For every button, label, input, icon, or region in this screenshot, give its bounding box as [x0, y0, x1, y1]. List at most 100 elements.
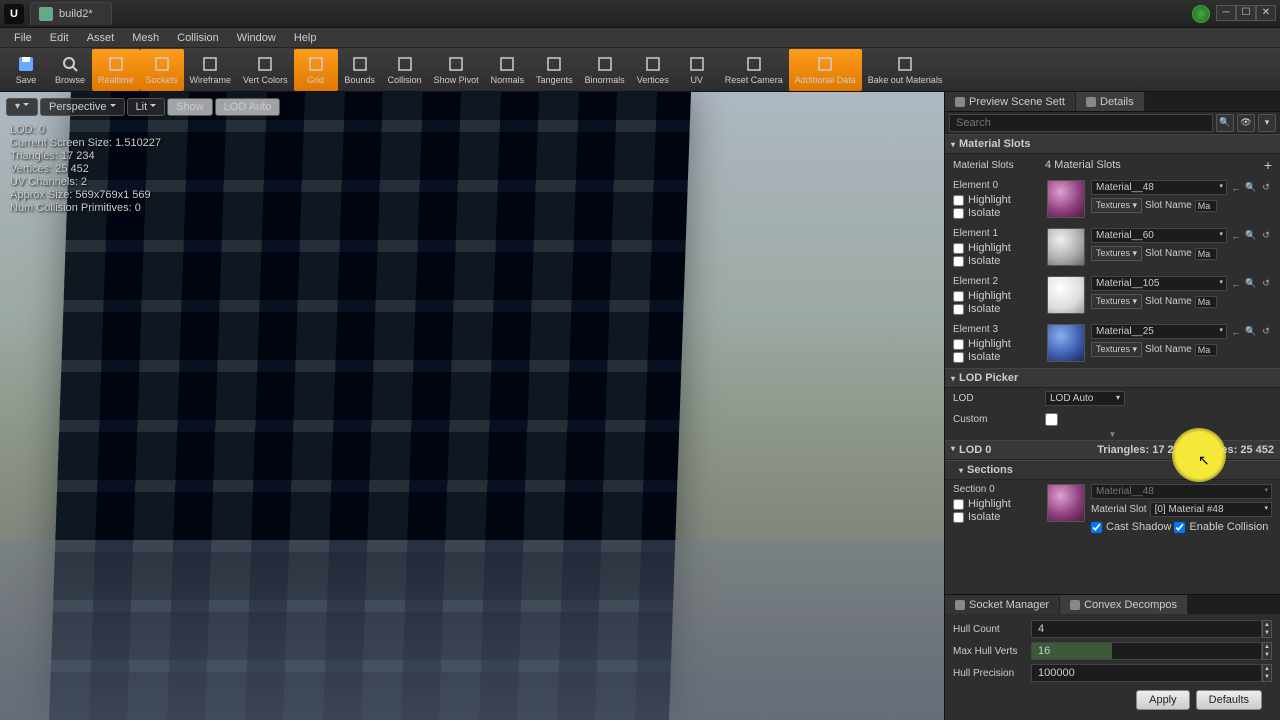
tool-save[interactable]: Save [4, 49, 48, 91]
textures-button[interactable]: Textures ▾ [1091, 246, 1142, 261]
perspective-button[interactable]: Perspective [40, 98, 124, 116]
add-material-slot-button[interactable]: + [1264, 157, 1272, 173]
highlight-checkbox[interactable] [953, 339, 964, 350]
tool-normals[interactable]: Normals [485, 49, 531, 91]
tool-uv[interactable]: UV [675, 49, 719, 91]
close-button[interactable]: ✕ [1256, 5, 1276, 21]
menu-file[interactable]: File [6, 30, 40, 46]
isolate-checkbox[interactable] [953, 256, 964, 267]
browse-to-icon[interactable]: 🔍 [1245, 326, 1257, 338]
tool-bounds[interactable]: Bounds [338, 49, 382, 91]
textures-button[interactable]: Textures ▾ [1091, 294, 1142, 309]
tool-grid[interactable]: Grid [294, 49, 338, 91]
textures-button[interactable]: Textures ▾ [1091, 198, 1142, 213]
isolate-checkbox[interactable] [953, 208, 964, 219]
section0-highlight[interactable] [953, 499, 964, 510]
slot-name-input[interactable] [1195, 296, 1217, 308]
cast-shadow-checkbox[interactable] [1091, 522, 1102, 533]
tool-additional-data[interactable]: Additional Data [789, 49, 862, 91]
reset-icon[interactable]: ↺ [1260, 278, 1272, 290]
maximize-button[interactable]: ☐ [1236, 5, 1256, 21]
material-dropdown[interactable]: Material__48 [1091, 180, 1227, 195]
browse-to-icon[interactable]: 🔍 [1245, 230, 1257, 242]
tool-wireframe[interactable]: Wireframe [184, 49, 238, 91]
use-selected-icon[interactable]: ← [1230, 182, 1242, 194]
slot-name-input[interactable] [1195, 344, 1217, 356]
lod-auto-button[interactable]: LOD Auto [215, 98, 281, 116]
menu-window[interactable]: Window [229, 30, 284, 46]
reset-icon[interactable]: ↺ [1260, 182, 1272, 194]
enable-collision-checkbox[interactable] [1174, 522, 1185, 533]
isolate-checkbox[interactable] [953, 304, 964, 315]
material-thumbnail[interactable] [1047, 180, 1085, 218]
category-lod0[interactable]: LOD 0 Triangles: 17 234 Vertices: 25 452 [945, 440, 1280, 460]
tool-collision[interactable]: Collision [382, 49, 428, 91]
category-material-slots[interactable]: Material Slots [945, 134, 1280, 154]
menu-collision[interactable]: Collision [169, 30, 227, 46]
search-icon[interactable]: 🔍 [1216, 114, 1234, 132]
menu-asset[interactable]: Asset [79, 30, 123, 46]
highlight-checkbox[interactable] [953, 291, 964, 302]
material-thumbnail[interactable] [1047, 228, 1085, 266]
section0-thumbnail[interactable] [1047, 484, 1085, 522]
reset-icon[interactable]: ↺ [1260, 326, 1272, 338]
category-lod-picker[interactable]: LOD Picker [945, 368, 1280, 388]
tool-binormals[interactable]: Binormals [579, 49, 631, 91]
tool-vertices[interactable]: Vertices [631, 49, 675, 91]
slot-name-input[interactable] [1195, 248, 1217, 260]
use-selected-icon[interactable]: ← [1230, 230, 1242, 242]
use-selected-icon[interactable]: ← [1230, 326, 1242, 338]
tool-sockets[interactable]: Sockets [140, 49, 184, 91]
details-search-input[interactable] [949, 114, 1213, 132]
material-thumbnail[interactable] [1047, 324, 1085, 362]
isolate-checkbox[interactable] [953, 352, 964, 363]
menu-edit[interactable]: Edit [42, 30, 77, 46]
material-dropdown[interactable]: Material__25 [1091, 324, 1227, 339]
defaults-button[interactable]: Defaults [1196, 690, 1262, 710]
lod-dropdown[interactable]: LOD Auto [1045, 391, 1125, 406]
minimize-button[interactable]: ─ [1216, 5, 1236, 21]
apply-button[interactable]: Apply [1136, 690, 1190, 710]
tool-vert-colors[interactable]: Vert Colors [237, 49, 294, 91]
hull-precision-spinner[interactable]: ▲▼ [1262, 664, 1272, 682]
menu-help[interactable]: Help [286, 30, 325, 46]
tool-bake-out-materials[interactable]: Bake out Materials [862, 49, 949, 91]
material-dropdown[interactable]: Material__105 [1091, 276, 1227, 291]
tab-preview-scene[interactable]: Preview Scene Sett [945, 92, 1076, 111]
lit-button[interactable]: Lit [127, 98, 166, 116]
tool-tangents[interactable]: Tangents [530, 49, 579, 91]
expand-advanced-button[interactable]: ▼ [945, 429, 1280, 440]
source-control-icon[interactable] [1192, 5, 1210, 23]
custom-checkbox[interactable] [1045, 413, 1058, 426]
view-options-icon[interactable]: 👁 [1237, 114, 1255, 132]
hull-count-spinner[interactable]: ▲▼ [1262, 620, 1272, 638]
hull-precision-input[interactable] [1031, 664, 1262, 682]
tool-realtime[interactable]: Realtime [92, 49, 140, 91]
tool-reset-camera[interactable]: Reset Camera [719, 49, 789, 91]
tab-convex-decomposition[interactable]: Convex Decompos [1060, 595, 1188, 614]
settings-icon[interactable]: ▾ [1258, 114, 1276, 132]
browse-to-icon[interactable]: 🔍 [1245, 182, 1257, 194]
tool-show-pivot[interactable]: Show Pivot [428, 49, 485, 91]
document-tab[interactable]: build2* [30, 2, 112, 25]
max-hull-verts-input[interactable] [1031, 642, 1262, 660]
tool-browse[interactable]: Browse [48, 49, 92, 91]
tab-details[interactable]: Details [1076, 92, 1145, 111]
material-dropdown[interactable]: Material__60 [1091, 228, 1227, 243]
hull-count-input[interactable] [1031, 620, 1262, 638]
category-sections[interactable]: Sections [945, 460, 1280, 480]
menu-mesh[interactable]: Mesh [124, 30, 167, 46]
max-hull-verts-spinner[interactable]: ▲▼ [1262, 642, 1272, 660]
show-button[interactable]: Show [167, 98, 213, 116]
reset-icon[interactable]: ↺ [1260, 230, 1272, 242]
textures-button[interactable]: Textures ▾ [1091, 342, 1142, 357]
section0-isolate[interactable] [953, 512, 964, 523]
browse-to-icon[interactable]: 🔍 [1245, 278, 1257, 290]
highlight-checkbox[interactable] [953, 243, 964, 254]
slot-name-input[interactable] [1195, 200, 1217, 212]
material-thumbnail[interactable] [1047, 276, 1085, 314]
viewport-menu-button[interactable]: ▾ [6, 98, 38, 116]
section0-matslot-dropdown[interactable]: [0] Material #48 [1150, 502, 1272, 517]
tab-socket-manager[interactable]: Socket Manager [945, 595, 1060, 614]
highlight-checkbox[interactable] [953, 195, 964, 206]
